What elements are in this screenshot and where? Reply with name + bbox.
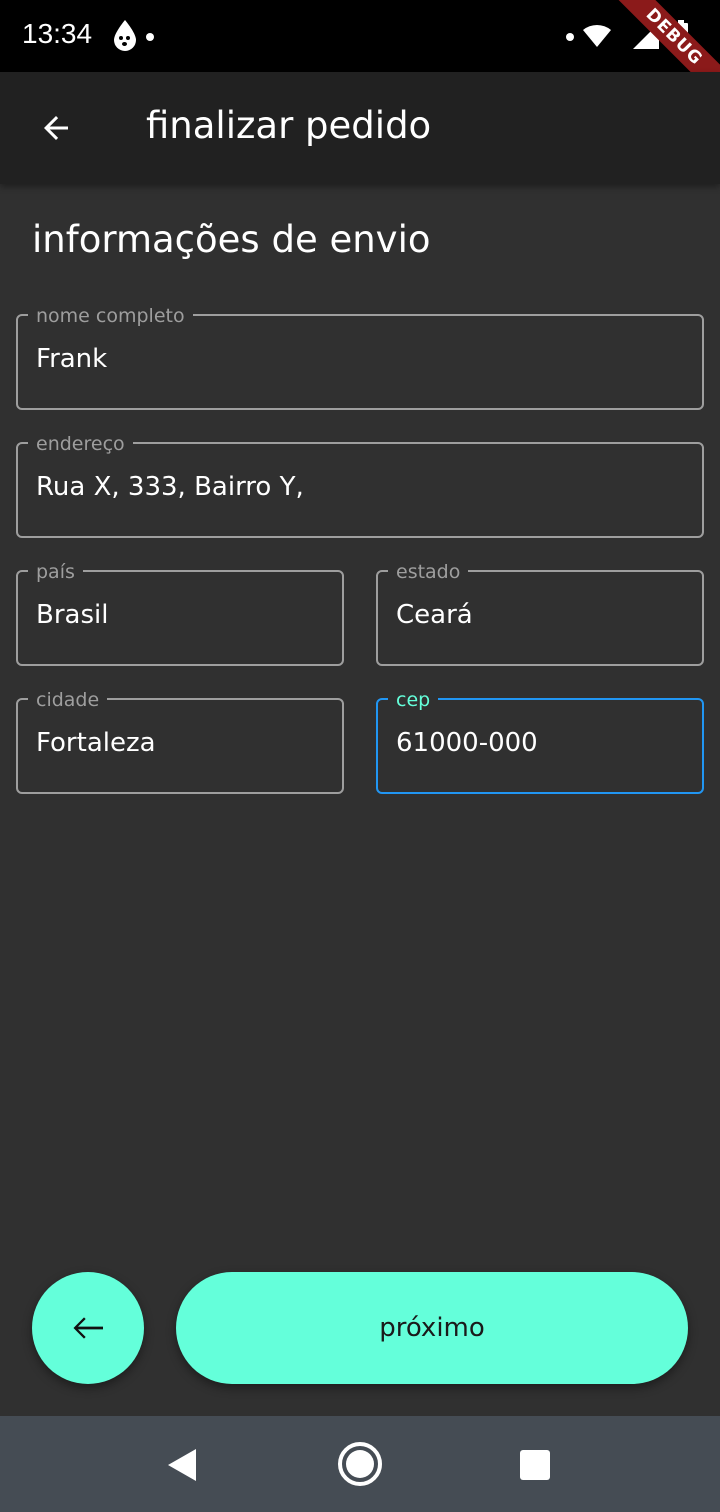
city-value: Fortaleza xyxy=(36,728,156,758)
country-label: país xyxy=(28,562,83,582)
section-title: informações de envio xyxy=(32,218,431,261)
arrow-back-icon xyxy=(44,116,68,140)
arrow-back-icon xyxy=(73,1317,103,1339)
notification-dot xyxy=(146,33,154,41)
next-button[interactable]: próximo xyxy=(176,1272,688,1384)
zip-field[interactable]: cep 61000-000 xyxy=(376,690,704,794)
nav-back-icon[interactable] xyxy=(166,1448,198,1482)
next-button-label: próximo xyxy=(379,1313,485,1343)
app-bar: finalizar pedido xyxy=(0,72,720,184)
back-button[interactable] xyxy=(24,100,88,156)
zip-label: cep xyxy=(388,690,439,710)
city-label: cidade xyxy=(28,690,108,710)
address-value: Rua X, 333, Bairro Y, xyxy=(36,472,304,502)
full-name-label: nome completo xyxy=(28,306,193,326)
previous-step-button[interactable] xyxy=(32,1272,144,1384)
full-name-value: Frank xyxy=(36,344,108,374)
page-title: finalizar pedido xyxy=(146,104,432,147)
status-time: 13:34 xyxy=(22,18,93,49)
nav-home-icon[interactable] xyxy=(337,1441,383,1487)
city-field[interactable]: cidade Fortaleza xyxy=(16,690,344,794)
address-label: endereço xyxy=(28,434,133,454)
system-nav-bar xyxy=(0,1416,720,1512)
full-name-field[interactable]: nome completo Frank xyxy=(16,306,704,410)
address-field[interactable]: endereço Rua X, 333, Bairro Y, xyxy=(16,434,704,538)
status-bar: 13:34 DEBUG xyxy=(0,0,720,103)
zip-value: 61000-000 xyxy=(396,728,538,758)
state-label: estado xyxy=(388,562,469,582)
droplet-face-icon xyxy=(114,20,136,51)
nav-recents-icon[interactable] xyxy=(520,1450,550,1480)
state-value: Ceará xyxy=(396,600,473,630)
country-field[interactable]: país Brasil xyxy=(16,562,344,666)
notification-dot xyxy=(566,33,574,41)
wifi-icon xyxy=(583,24,611,47)
state-field[interactable]: estado Ceará xyxy=(376,562,704,666)
country-value: Brasil xyxy=(36,600,109,630)
